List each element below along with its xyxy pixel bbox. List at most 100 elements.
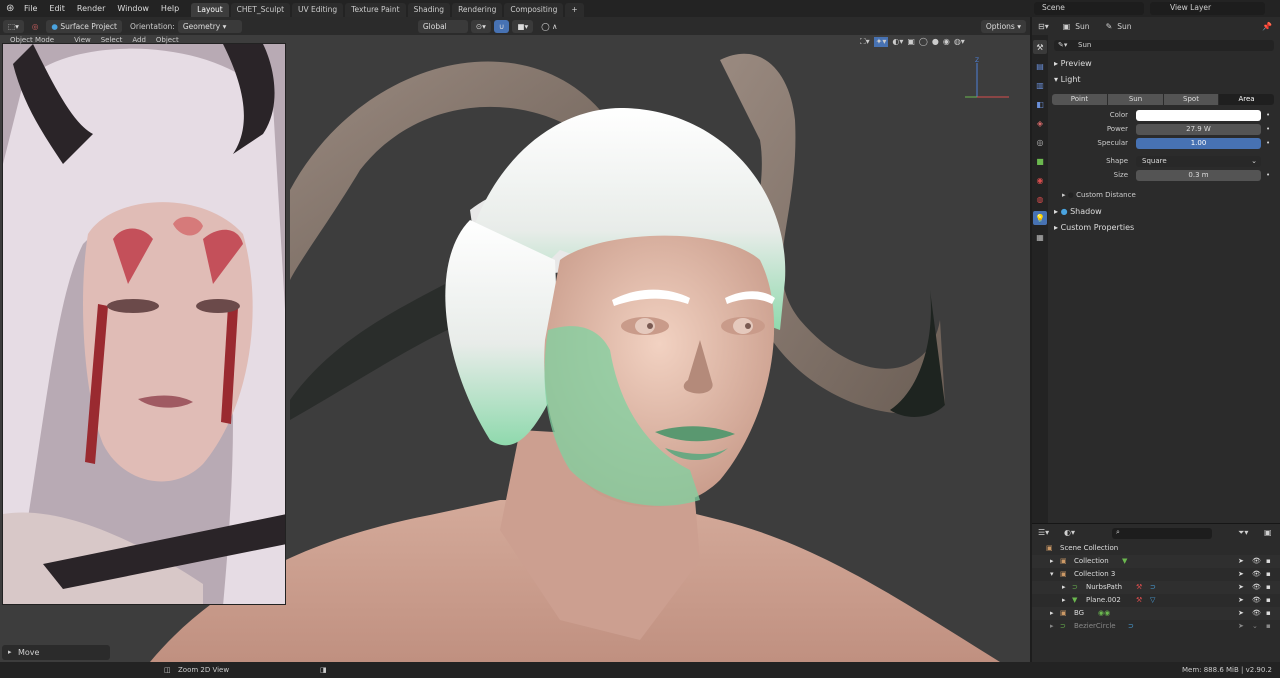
select-icon[interactable]: ➤ (1238, 555, 1244, 568)
view-layer-selector[interactable]: View Layer (1150, 2, 1265, 15)
keyframe-dot-icon[interactable]: • (1266, 139, 1270, 147)
object-mode-dropdown[interactable]: Object Mode (10, 36, 54, 44)
select-icon[interactable]: ➤ (1238, 581, 1244, 594)
shading-render-icon[interactable]: ◍▾ (954, 37, 965, 47)
constraints-tab-icon[interactable]: ◍ (1033, 192, 1047, 206)
eye-icon[interactable]: 👁 (1252, 555, 1261, 568)
preview-section[interactable]: ▸ Preview (1054, 59, 1092, 68)
menu-render[interactable]: Render (71, 0, 111, 17)
light-type-spot[interactable]: Spot (1164, 94, 1218, 105)
visibility-icon[interactable]: ⛶▾ (860, 37, 870, 47)
display-mode-icon[interactable]: ◐▾ (1064, 528, 1075, 537)
light-type-point[interactable]: Point (1052, 94, 1107, 105)
select-icon[interactable]: ➤ (1238, 594, 1244, 607)
blender-logo-icon[interactable]: ⊛ (6, 3, 14, 14)
editor-type-icon[interactable]: ⬚▾ (3, 19, 24, 33)
menu-file[interactable]: File (18, 0, 43, 17)
shading-material-icon[interactable]: ◉ (943, 37, 950, 47)
camera-icon[interactable]: ▪ (1266, 620, 1271, 633)
gizmo-toggle-icon[interactable]: ✦▾ (873, 37, 889, 47)
light-type-area[interactable]: Area (1219, 94, 1274, 105)
menu-edit[interactable]: Edit (43, 0, 71, 17)
camera-icon[interactable]: ▪ (1266, 594, 1271, 607)
scene-selector[interactable]: Scene (1034, 2, 1144, 15)
properties-editor-icon[interactable]: ⊟▾ (1038, 22, 1049, 31)
viewport-shading-controls[interactable]: ⛶▾ ✦▾ ◐▾ ▣ ◯ ● ◉ ◍▾ (860, 37, 965, 47)
eye-icon[interactable]: 👁 (1252, 607, 1261, 620)
last-operator-panel[interactable]: ▸ Move (2, 645, 110, 660)
world-tab-icon[interactable]: ◎ (1033, 135, 1047, 149)
outliner-row-collection-3[interactable]: ▾ ▣ Collection 3 ➤ 👁 ▪ (1032, 568, 1280, 581)
keyframe-dot-icon[interactable]: • (1266, 171, 1270, 179)
eye-icon[interactable]: 👁 (1252, 594, 1261, 607)
view-menu[interactable]: View (74, 36, 91, 44)
shadow-section[interactable]: ▸ ● Shadow (1054, 207, 1102, 216)
power-field[interactable]: 27.9 W (1136, 124, 1261, 135)
snap-icon[interactable]: ∪ (493, 19, 510, 33)
overlay-icon[interactable]: ◐▾ (892, 37, 903, 47)
3d-viewport[interactable]: Z ⛶▾ ✦▾ ◐▾ ▣ ◯ ● ◉ ◍▾ ▸ Move (0, 35, 1030, 662)
shape-dropdown[interactable]: Square ⌄ (1136, 156, 1261, 167)
snap-target-icon[interactable]: ■▾ (512, 19, 534, 33)
tab-rendering[interactable]: Rendering (452, 3, 503, 17)
custom-properties-section[interactable]: ▸ Custom Properties (1054, 223, 1134, 232)
keyframe-dot-icon[interactable]: • (1266, 125, 1270, 133)
shading-wire-icon[interactable]: ◯ (919, 37, 928, 47)
select-icon[interactable]: ➤ (1238, 568, 1244, 581)
brush-icon[interactable]: ◎ (27, 20, 44, 33)
pin-icon[interactable]: 📌 (1262, 22, 1272, 31)
shading-solid-icon[interactable]: ● (932, 37, 939, 47)
datablock-selector[interactable]: ✎▾ Sun (1054, 40, 1274, 51)
color-field[interactable] (1136, 110, 1261, 121)
tab-layout[interactable]: Layout (191, 3, 229, 17)
output-tab-icon[interactable]: ▥ (1033, 78, 1047, 92)
scene-tab-icon[interactable]: ◈ (1033, 116, 1047, 130)
tab-uv-editing[interactable]: UV Editing (292, 3, 344, 17)
tab-shading[interactable]: Shading (407, 3, 451, 17)
camera-icon[interactable]: ▪ (1266, 568, 1271, 581)
light-data-tab-icon[interactable]: 💡 (1033, 211, 1047, 225)
tab-compositing[interactable]: Compositing (504, 3, 564, 17)
tab-texture-paint[interactable]: Texture Paint (345, 3, 406, 17)
object-tab-icon[interactable]: ■ (1033, 154, 1047, 168)
specular-field[interactable]: 1.00 (1136, 138, 1261, 149)
physics-tab-icon[interactable]: ◉ (1033, 173, 1047, 187)
outliner-row-beziercircle[interactable]: ▸ ⊃ BezierCircle ⊃ ➤ ⌄ ▪ (1032, 620, 1280, 633)
texture-tab-icon[interactable]: ▦ (1033, 230, 1047, 244)
menu-help[interactable]: Help (155, 0, 185, 17)
outliner-row-scene-collection[interactable]: ▣ Scene Collection (1032, 542, 1280, 555)
transform-orientation-dropdown[interactable]: Global (417, 19, 468, 33)
outliner-row-collection[interactable]: ▸ ▣ Collection ▼ ➤ 👁 ▪ (1032, 555, 1280, 568)
camera-icon[interactable]: ▪ (1266, 555, 1271, 568)
light-section[interactable]: ▾ Light (1054, 75, 1081, 84)
camera-icon[interactable]: ▪ (1266, 607, 1271, 620)
outliner-row-plane002[interactable]: ▸ ▼ Plane.002 ⚒ ▽ ➤ 👁 ▪ (1032, 594, 1280, 607)
proportional-icon[interactable]: ◯ ∧ (536, 20, 562, 33)
tool-tab-icon[interactable]: ⚒ (1033, 40, 1047, 54)
menu-window[interactable]: Window (111, 0, 155, 17)
tool-selector[interactable]: ● Surface Project (46, 19, 122, 33)
eye-icon[interactable]: 👁 (1252, 581, 1261, 594)
outliner-row-bg[interactable]: ▸ ▣ BG ◉◉ ➤ 👁 ▪ (1032, 607, 1280, 620)
keyframe-dot-icon[interactable]: • (1266, 111, 1270, 119)
options-dropdown[interactable]: Options ▾ (980, 19, 1026, 33)
select-icon[interactable]: ➤ (1238, 607, 1244, 620)
hidden-icon[interactable]: ⌄ (1252, 620, 1258, 633)
object-menu[interactable]: Object (156, 36, 179, 44)
new-collection-icon[interactable]: ▣ (1264, 528, 1272, 537)
outliner-search-input[interactable]: ⌕ (1112, 528, 1212, 539)
tab-chet-sculpt[interactable]: CHET_Sculpt (230, 3, 291, 17)
axis-gizmo[interactable]: Z (955, 55, 1015, 105)
add-workspace-button[interactable]: + (565, 3, 584, 17)
select-menu[interactable]: Select (101, 36, 123, 44)
pivot-icon[interactable]: ⊙▾ (470, 19, 491, 33)
filter-icon[interactable]: ⏷▾ (1238, 528, 1248, 538)
xray-icon[interactable]: ▣ (907, 37, 915, 47)
light-type-sun[interactable]: Sun (1108, 94, 1163, 105)
render-tab-icon[interactable]: ▤ (1033, 59, 1047, 73)
outliner-editor-icon[interactable]: ☰▾ (1038, 528, 1049, 537)
view-layer-tab-icon[interactable]: ◧ (1033, 97, 1047, 111)
orientation-dropdown[interactable]: Geometry ▾ (177, 19, 242, 33)
select-icon[interactable]: ➤ (1238, 620, 1244, 633)
camera-icon[interactable]: ▪ (1266, 581, 1271, 594)
